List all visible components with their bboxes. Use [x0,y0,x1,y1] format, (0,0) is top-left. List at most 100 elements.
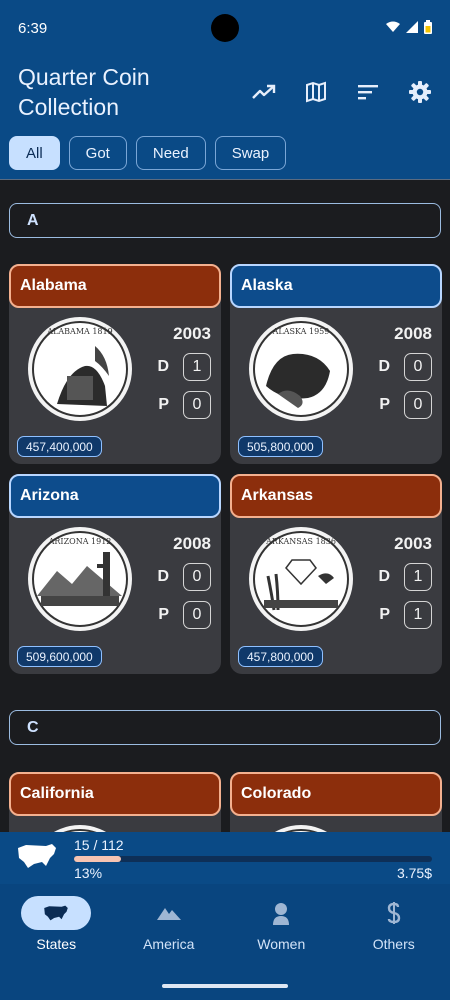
coin-card-title: Arizona [9,474,221,518]
coin-year: 2008 [394,324,432,343]
progress-fill [74,856,121,862]
battery-icon [424,20,432,34]
coin-image-colorado [274,825,328,832]
mint-p-label: P [158,396,169,413]
filter-all[interactable]: All [9,136,60,170]
mint-p-label: P [379,396,390,413]
mint-d-row: D 1 [378,563,432,591]
gesture-bar [0,972,450,1000]
mint-p-label: P [379,606,390,623]
coin-card-arkansas[interactable]: Arkansas ARKANSAS 1836 2003 D 1 P 1 457,… [230,474,442,674]
status-bar: 6:39 [0,0,450,58]
mint-p-count[interactable]: 0 [183,601,211,629]
nav-others[interactable]: Others [338,884,450,972]
stats-button[interactable] [246,78,282,106]
map-button[interactable] [298,78,334,106]
mint-d-row: D 0 [157,563,211,591]
mint-d-label: D [378,568,390,585]
mint-p-count[interactable]: 0 [404,391,432,419]
nav-states-pill [21,896,92,930]
coin-image-alabama: ALABAMA 1819 [28,317,132,421]
settings-icon [409,81,431,103]
status-icons [386,20,432,34]
status-time: 6:39 [18,20,48,37]
section-header-c: C [9,710,441,745]
coin-image-california [53,825,107,832]
mintage-badge: 509,600,000 [17,646,102,667]
gesture-handle[interactable] [162,984,288,988]
mintage-badge: 457,400,000 [17,436,102,457]
filter-got[interactable]: Got [68,136,127,170]
progress-percent: 13% [74,865,103,881]
collection-progress: 15 / 112 13% 3.75$ [0,832,450,884]
nav-states-label: States [36,936,77,952]
trending-up-icon [252,84,276,99]
mint-p-row: P 1 [379,601,432,629]
coin-year: 2003 [173,324,211,343]
nav-america-label: America [143,936,195,952]
mint-d-count[interactable]: 1 [183,353,211,381]
coin-card-title: Arkansas [230,474,442,518]
coin-card-alaska[interactable]: Alaska ALASKA 1959 2008 D 0 P 0 505,800,… [230,264,442,464]
mint-d-label: D [378,358,390,375]
settings-button[interactable] [402,78,438,106]
mint-p-row: P 0 [379,391,432,419]
bottom-nav: States America Women Others [0,884,450,972]
progress-count: 15 / 112 [74,837,124,853]
coin-card-alabama[interactable]: Alabama ALABAMA 1819 2003 D 1 P 0 457,40… [9,264,221,464]
usa-map-icon [18,844,56,868]
nav-america[interactable]: America [113,884,226,972]
mint-p-count[interactable]: 0 [183,391,211,419]
coin-card-california[interactable]: California [9,772,221,832]
nav-women[interactable]: Women [225,884,338,972]
coin-list[interactable]: A Alabama ALABAMA 1819 2003 D 1 P 0 457,… [0,180,450,832]
coin-card-arizona[interactable]: Arizona ARIZONA 1912 2008 D 0 P 0 509,60… [9,474,221,674]
section-header-a: A [9,203,441,238]
mountain-icon [156,908,181,920]
mintage-badge: 457,800,000 [238,646,323,667]
wifi-icon [386,21,400,32]
usa-map-icon [44,905,69,921]
coin-inscription: ALABAMA 1819 [46,327,112,336]
app-bar: 6:39 Quarter Coin Collection All Got Nee… [0,0,450,180]
coin-image-arkansas: ARKANSAS 1836 [249,527,353,631]
nav-states[interactable]: States [0,884,113,972]
coin-year: 2003 [394,534,432,553]
coin-card-title: Colorado [230,772,442,816]
progress-track [74,856,432,862]
map-icon [306,81,326,103]
coin-card-colorado[interactable]: Colorado [230,772,442,832]
coin-inscription: ARIZONA 1912 [48,537,112,546]
progress-value: 3.75$ [396,865,432,881]
page-title: Quarter Coin Collection [18,64,150,120]
mint-p-row: P 0 [158,601,211,629]
coin-year: 2008 [173,534,211,553]
nav-women-label: Women [257,936,306,952]
nav-others-label: Others [372,936,415,952]
sort-button[interactable] [350,78,386,106]
nav-america-pill [134,896,204,930]
filter-swap[interactable]: Swap [214,136,287,170]
coin-image-arizona: ARIZONA 1912 [28,527,132,631]
filter-need[interactable]: Need [135,136,206,170]
mint-d-row: D 1 [157,353,211,381]
coin-card-title: Alaska [230,264,442,308]
mint-d-count[interactable]: 1 [404,563,432,591]
mint-d-count[interactable]: 0 [183,563,211,591]
coin-inscription: ALASKA 1959 [272,327,330,336]
coin-inscription: ARKANSAS 1836 [265,537,336,546]
mint-d-label: D [157,568,169,585]
signal-icon [406,21,418,33]
camera-cutout [211,14,239,42]
mint-p-label: P [158,606,169,623]
woman-icon [273,903,290,925]
nav-women-pill [246,896,316,930]
dollar-icon [387,902,400,924]
mint-d-count[interactable]: 0 [404,353,432,381]
mint-d-row: D 0 [378,353,432,381]
mint-p-count[interactable]: 1 [404,601,432,629]
coin-card-title: Alabama [9,264,221,308]
nav-others-pill [359,896,429,930]
mint-d-label: D [157,358,169,375]
sort-icon [358,85,378,100]
